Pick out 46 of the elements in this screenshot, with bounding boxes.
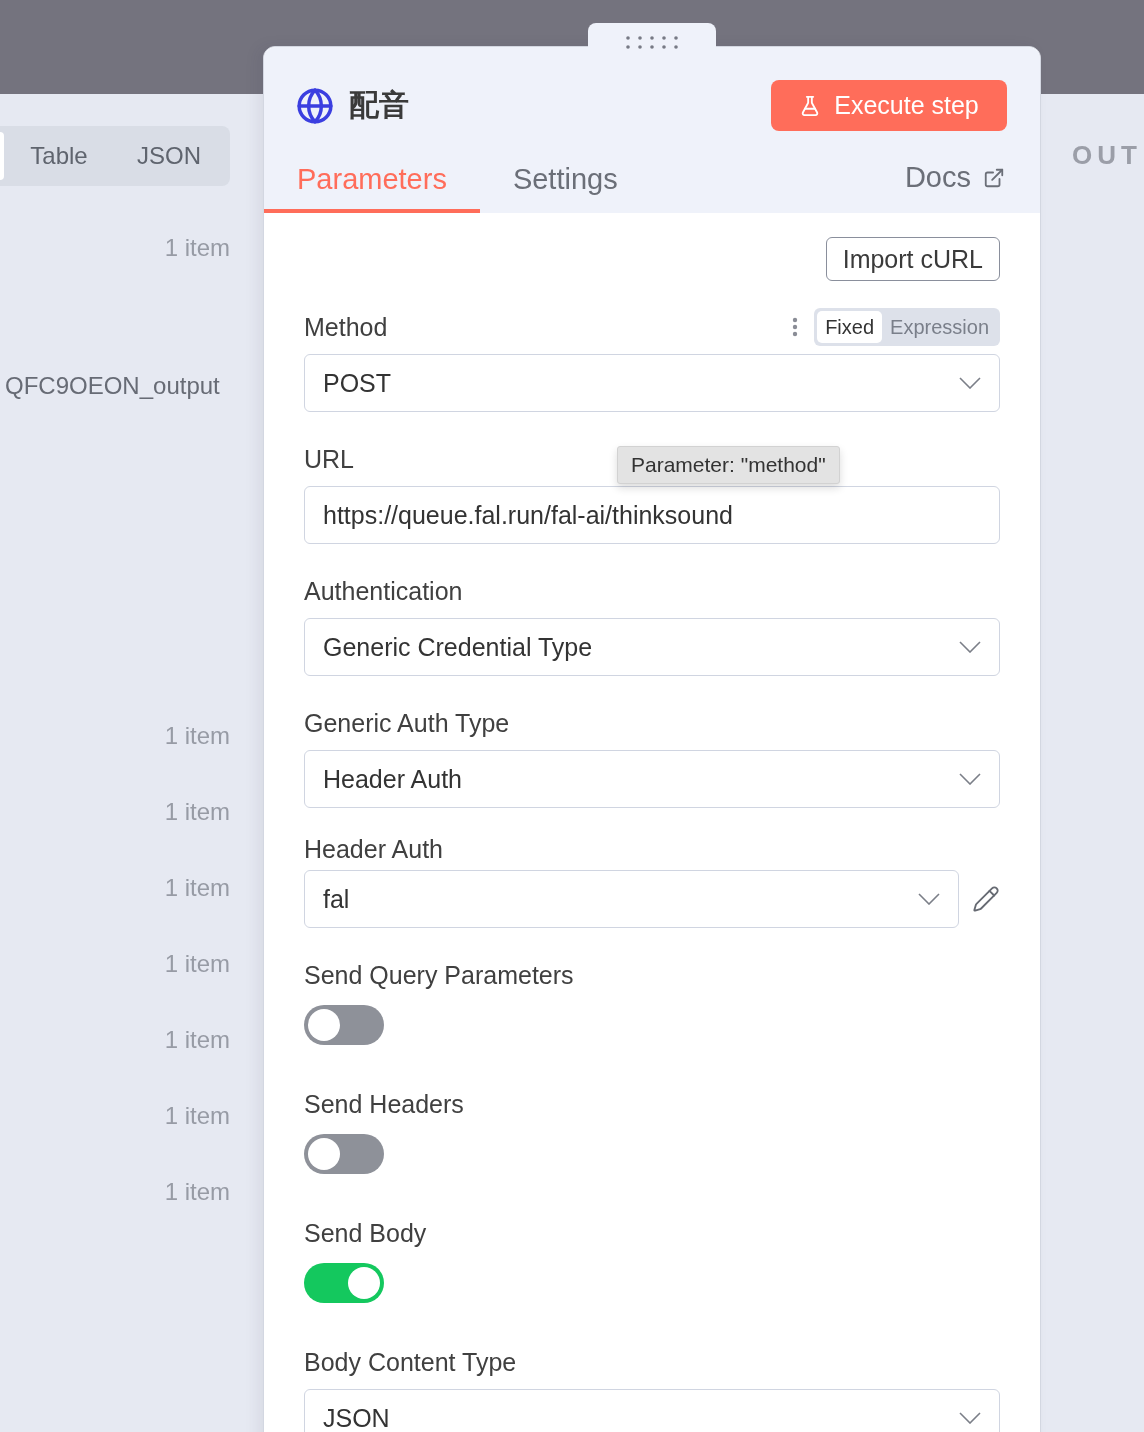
item-count: 1 item [164,234,230,262]
item-count: 1 item [164,950,230,978]
input-field[interactable]: https://queue.fal.run/fal-ai/thinksound [304,486,1000,544]
field-label: Send Query Parameters [304,960,574,990]
toggle-switch[interactable] [304,1134,384,1174]
chevron-down-icon [918,893,940,905]
external-link-icon [983,166,1005,189]
field-label: Header Auth [304,834,443,864]
field-label: Body Content Type [304,1347,517,1377]
item-count: 1 item [164,1178,230,1206]
item-count: 1 item [164,1026,230,1054]
node-title: 配音 [349,87,409,123]
select-field[interactable]: Header Auth [304,750,1000,808]
field-name: QFC9OEON_output [5,372,220,400]
mode-option[interactable]: Fixed [817,311,883,343]
view-tab[interactable]: Table [4,132,114,180]
chevron-down-icon [959,641,981,653]
select-field[interactable]: Generic Credential Type [304,618,1000,676]
field-label: Generic Auth Type [304,708,510,738]
output-pane-title: OUT [1072,140,1142,171]
credential-select[interactable]: fal [304,870,959,928]
docs-link[interactable]: Docs [904,146,1040,213]
field-label: Send Body [304,1218,427,1248]
grip-dots-icon [626,36,678,49]
pencil-icon[interactable] [972,885,1000,913]
chevron-down-icon [959,773,981,785]
field-label: URL [304,444,354,474]
globe-icon [296,86,334,125]
chevron-down-icon [959,1412,981,1424]
item-count: 1 item [164,722,230,750]
panel-tab[interactable]: Settings [479,146,651,213]
view-tab[interactable]: JSON [114,132,224,180]
tooltip: Parameter: "method" [617,446,840,484]
item-count: 1 item [164,798,230,826]
select-field[interactable]: JSON [304,1389,1000,1432]
field-label: Authentication [304,576,463,606]
select-field[interactable]: POST [304,354,1000,412]
field-label: Method [304,312,388,342]
more-options-icon[interactable] [792,317,799,337]
item-count: 1 item [164,874,230,902]
import-curl-button[interactable]: Import cURL [825,237,1000,281]
toggle-switch[interactable] [304,1005,384,1045]
field-label: Send Headers [304,1089,464,1119]
chevron-down-icon [959,377,981,389]
toggle-switch[interactable] [304,1263,384,1303]
item-count: 1 item [164,1102,230,1130]
